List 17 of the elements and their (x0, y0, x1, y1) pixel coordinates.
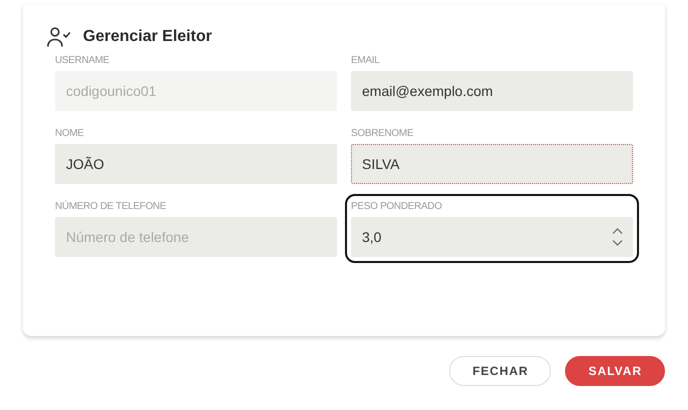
decrement-icon[interactable] (612, 240, 623, 246)
field-label: USERNAME (55, 54, 110, 68)
increment-icon[interactable] (612, 228, 623, 234)
input-field[interactable]: Número de telefone (55, 217, 337, 257)
dialog-title: Gerenciar Eleitor (83, 27, 212, 47)
field-label: EMAIL (351, 54, 381, 68)
user-check-icon (47, 27, 71, 47)
input-field[interactable]: JOÃO (55, 144, 337, 184)
field-label: NOME (55, 127, 85, 141)
field-label: NÚMERO DE TELEFONE (55, 200, 168, 214)
close-button[interactable]: FECHAR (449, 356, 552, 386)
save-button[interactable]: SALVAR (565, 356, 665, 386)
input-field[interactable]: email@exemplo.com (351, 71, 633, 111)
input-field[interactable]: 3,0 (351, 217, 633, 257)
field-label: SOBRENOME (351, 127, 414, 141)
field-label: PESO PONDERADO (351, 200, 443, 214)
input-field[interactable]: SILVA (351, 144, 633, 184)
